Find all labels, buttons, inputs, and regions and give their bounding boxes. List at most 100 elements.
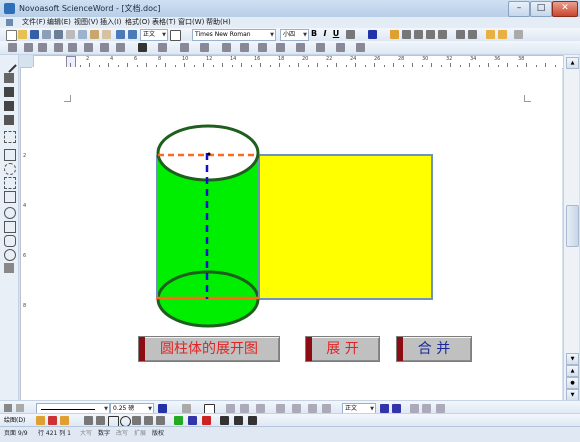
- insert-object-icon[interactable]: [60, 416, 69, 425]
- scroll-down-icon[interactable]: ▼: [566, 353, 579, 365]
- maximize-button[interactable]: □: [530, 1, 552, 17]
- rotate-icon[interactable]: [308, 404, 317, 413]
- text-color-icon[interactable]: [202, 416, 211, 425]
- open-folder-icon[interactable]: [18, 30, 27, 39]
- arrow-symbol-icon[interactable]: [200, 43, 209, 52]
- arrow-line-icon[interactable]: [96, 416, 105, 425]
- textbox-icon[interactable]: [156, 416, 165, 425]
- align-objects-icon[interactable]: [276, 404, 285, 413]
- logic-icon[interactable]: [258, 43, 267, 52]
- pentagon-tool-icon[interactable]: [4, 221, 16, 233]
- fill-icon[interactable]: [182, 404, 191, 413]
- unfold-button[interactable]: 展 开: [305, 336, 380, 362]
- doc-control-icon[interactable]: [6, 19, 13, 26]
- select-objects-icon[interactable]: [36, 416, 45, 425]
- pen-tool-icon[interactable]: [4, 73, 14, 83]
- freehand-tool-icon[interactable]: [4, 115, 14, 125]
- list-icon[interactable]: [456, 30, 465, 39]
- vertical-scrollbar[interactable]: ▲ ▼ ▲ ● ▼: [563, 55, 579, 401]
- geometry-icon[interactable]: [356, 43, 365, 52]
- distribute-icon[interactable]: [438, 30, 447, 39]
- subscript-icon[interactable]: [54, 43, 63, 52]
- menu-edit[interactable]: 编辑(E): [47, 17, 71, 28]
- dash-style-icon[interactable]: [234, 416, 243, 425]
- font-color-icon[interactable]: [368, 30, 377, 39]
- align-center-icon[interactable]: [402, 30, 411, 39]
- menu-view[interactable]: 视图(V): [74, 17, 98, 28]
- bold-button[interactable]: B: [309, 29, 319, 39]
- arrow-right-icon[interactable]: [380, 404, 389, 413]
- arc-tool-icon[interactable]: [4, 177, 16, 189]
- sum-icon[interactable]: [68, 43, 77, 52]
- copy-icon[interactable]: [78, 30, 87, 39]
- scroll-up-icon[interactable]: ▲: [566, 57, 579, 69]
- line-color-icon[interactable]: [158, 404, 167, 413]
- diagonal-line-icon[interactable]: [84, 416, 93, 425]
- select-browse-icon[interactable]: ●: [566, 377, 579, 389]
- polyline-icon[interactable]: [132, 416, 141, 425]
- align-right-icon[interactable]: [414, 30, 423, 39]
- curve-icon[interactable]: [144, 416, 153, 425]
- matrix-icon[interactable]: [138, 43, 147, 52]
- menu-insert[interactable]: 插入(I): [100, 17, 122, 28]
- misc-symbol-icon[interactable]: [296, 43, 305, 52]
- flip-icon[interactable]: [322, 404, 331, 413]
- align-left-icon[interactable]: [390, 30, 399, 39]
- fill-color-icon[interactable]: [174, 416, 183, 425]
- menu-help[interactable]: 帮助(H): [206, 17, 231, 28]
- overline-icon[interactable]: [116, 43, 125, 52]
- undo-icon[interactable]: [116, 30, 125, 39]
- greek-alpha-icon[interactable]: [180, 43, 189, 52]
- polygon-tool-icon[interactable]: [4, 191, 16, 203]
- justify-icon[interactable]: [426, 30, 435, 39]
- menu-file[interactable]: 文件(F): [22, 17, 46, 28]
- paste-icon[interactable]: [90, 30, 99, 39]
- eraser-icon[interactable]: [16, 404, 24, 412]
- dashed-line-icon[interactable]: [4, 131, 16, 143]
- italic-button[interactable]: I: [320, 29, 330, 39]
- sqrt-icon[interactable]: [38, 43, 47, 52]
- accent-icon[interactable]: [316, 43, 325, 52]
- copy-format-icon[interactable]: [410, 404, 419, 413]
- pencil-tool-icon[interactable]: [4, 87, 14, 97]
- menu-table[interactable]: 表格(T): [152, 17, 176, 28]
- line-tool-icon[interactable]: [1, 57, 17, 73]
- prev-page-icon[interactable]: ▲: [566, 365, 579, 377]
- cut-icon[interactable]: [66, 30, 75, 39]
- integral-icon[interactable]: [84, 43, 93, 52]
- menu-format[interactable]: 格式(O): [125, 17, 150, 28]
- line-weight-icon[interactable]: [220, 416, 229, 425]
- relation-icon[interactable]: [222, 43, 231, 52]
- double-arrow-icon[interactable]: [392, 404, 401, 413]
- app-icon[interactable]: [4, 3, 15, 14]
- ungroup-icon[interactable]: [240, 404, 249, 413]
- rectangle-tool-icon[interactable]: [4, 149, 16, 161]
- document-page[interactable]: 圆柱体的展开图 展 开 合 并: [32, 67, 562, 400]
- bracket-icon[interactable]: [158, 43, 167, 52]
- paragraph-style-combo[interactable]: 正文 ▼: [140, 29, 168, 41]
- brush-tool-icon[interactable]: [4, 101, 14, 111]
- delete-object-icon[interactable]: [48, 416, 57, 425]
- set-icon[interactable]: [276, 43, 285, 52]
- minimize-button[interactable]: –: [508, 1, 530, 17]
- operator-icon[interactable]: [240, 43, 249, 52]
- menu-window[interactable]: 窗口(W): [178, 17, 204, 28]
- group-icon[interactable]: [226, 404, 235, 413]
- circle-tool-icon[interactable]: [4, 207, 16, 219]
- underline-button[interactable]: U: [331, 29, 341, 39]
- unfold-title-button[interactable]: 圆柱体的展开图: [138, 336, 280, 362]
- superscript-icon[interactable]: [346, 30, 355, 39]
- math-mode-icon[interactable]: [486, 30, 495, 39]
- ellipse-tool-icon[interactable]: [4, 163, 16, 175]
- table-frame-icon[interactable]: [170, 30, 181, 41]
- properties-icon[interactable]: [436, 404, 445, 413]
- drawing-menu[interactable]: 绘图(D): [4, 416, 25, 425]
- stroke-color-icon[interactable]: [188, 416, 197, 425]
- close-button[interactable]: ✕: [552, 1, 578, 17]
- chemistry-icon[interactable]: [336, 43, 345, 52]
- hexagon-tool-icon[interactable]: [4, 235, 16, 247]
- redo-icon[interactable]: [128, 30, 137, 39]
- fraction-icon[interactable]: [24, 43, 33, 52]
- font-family-combo[interactable]: Times New Roman ▼: [192, 29, 276, 41]
- distribute-objects-icon[interactable]: [292, 404, 301, 413]
